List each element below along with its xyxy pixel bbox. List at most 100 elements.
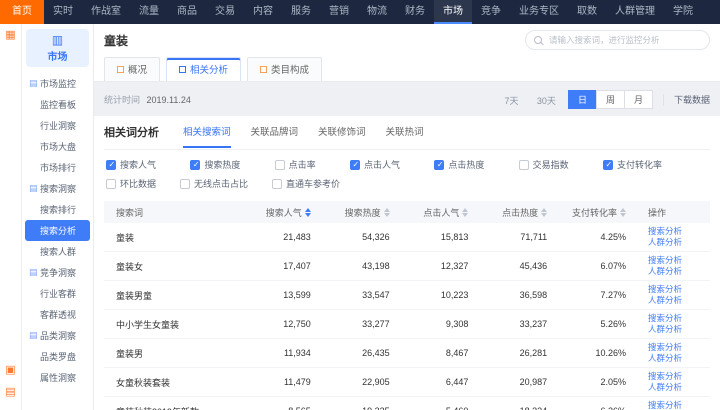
topnav-item[interactable]: 物流: [358, 0, 396, 24]
sidebar-item[interactable]: 行业洞察: [22, 115, 93, 136]
cell-search-word[interactable]: 童装: [104, 231, 254, 244]
metric-option[interactable]: 搜索人气: [106, 158, 156, 171]
topnav-item[interactable]: 交易: [206, 0, 244, 24]
search-analysis-link[interactable]: 搜索分析: [648, 371, 710, 382]
search-analysis-link[interactable]: 搜索分析: [648, 342, 710, 353]
checkbox-icon[interactable]: [603, 160, 613, 170]
topnav-item[interactable]: 作战室: [82, 0, 130, 24]
sidebar-item[interactable]: 市场排行: [22, 157, 93, 178]
crowd-analysis-link[interactable]: 人群分析: [648, 266, 710, 277]
sidebar-item[interactable]: ▤ 搜索洞察: [22, 178, 93, 199]
range-button[interactable]: 7天: [497, 96, 525, 106]
cell-search-word[interactable]: 中小学生女童装: [104, 318, 254, 331]
range-button[interactable]: 30天: [530, 96, 563, 106]
crowd-analysis-link[interactable]: 人群分析: [648, 353, 710, 364]
rail-home-icon[interactable]: ▦: [5, 30, 15, 41]
table-column-header[interactable]: 操作: [648, 206, 710, 219]
sort-icon[interactable]: [305, 208, 311, 217]
search-analysis-link[interactable]: 搜索分析: [648, 255, 710, 266]
topnav-item[interactable]: 内容: [244, 0, 282, 24]
table-column-header[interactable]: 搜索词: [104, 206, 254, 219]
extra-option[interactable]: 直通车参考价: [272, 177, 340, 190]
checkbox-icon[interactable]: [106, 179, 116, 189]
metric-option[interactable]: 点击率: [275, 158, 316, 171]
cell-search-word[interactable]: 童装秋装2019年新款: [104, 405, 254, 410]
page-tab[interactable]: 相关分析: [166, 57, 241, 81]
granularity-button[interactable]: 月: [624, 90, 653, 109]
sidebar-item[interactable]: 搜索分析: [25, 220, 90, 241]
sort-icon[interactable]: [462, 208, 468, 217]
sidebar-item[interactable]: ▤ 品类洞察: [22, 325, 93, 346]
topnav-item[interactable]: 商品: [168, 0, 206, 24]
sidebar-item[interactable]: 搜索人群: [22, 241, 93, 262]
sort-icon[interactable]: [384, 208, 390, 217]
download-data-button[interactable]: 下载数据: [674, 93, 710, 106]
topnav-item[interactable]: 营销: [320, 0, 358, 24]
metric-option[interactable]: 点击热度: [434, 158, 484, 171]
cell-search-word[interactable]: 童装男童: [104, 289, 254, 302]
table-column-header[interactable]: 搜索人气: [254, 206, 333, 219]
keyword-search-box[interactable]: [525, 30, 710, 50]
page-tab[interactable]: 概况: [104, 57, 160, 81]
checkbox-icon[interactable]: [519, 160, 529, 170]
word-type-tab[interactable]: 关联热词: [386, 124, 424, 147]
topnav-item[interactable]: 竞争: [472, 0, 510, 24]
topnav-item[interactable]: 市场: [434, 0, 472, 24]
topnav-item[interactable]: 首页: [0, 0, 44, 24]
helper-icon-1[interactable]: ▣: [5, 365, 15, 376]
topnav-item[interactable]: 实时: [44, 0, 82, 24]
word-type-tab[interactable]: 关联品牌词: [251, 124, 299, 147]
checkbox-icon[interactable]: [180, 179, 190, 189]
checkbox-icon[interactable]: [350, 160, 360, 170]
checkbox-icon[interactable]: [106, 160, 116, 170]
table-column-header[interactable]: 搜索热度: [333, 206, 412, 219]
checkbox-icon[interactable]: [190, 160, 200, 170]
checkbox-icon[interactable]: [275, 160, 285, 170]
table-column-header[interactable]: 点击人气: [412, 206, 491, 219]
cell-search-word[interactable]: 女童秋装套装: [104, 376, 254, 389]
metric-option[interactable]: 点击人气: [350, 158, 400, 171]
search-input[interactable]: [549, 35, 701, 45]
search-analysis-link[interactable]: 搜索分析: [648, 400, 710, 410]
topnav-item[interactable]: 流量: [130, 0, 168, 24]
crowd-analysis-link[interactable]: 人群分析: [648, 382, 710, 393]
metric-option[interactable]: 交易指数: [519, 158, 569, 171]
topnav-item[interactable]: 人群管理: [606, 0, 664, 24]
sidebar-item[interactable]: 属性洞察: [22, 367, 93, 388]
sidebar-item[interactable]: ▤ 市场监控: [22, 73, 93, 94]
page-tab[interactable]: 类目构成: [247, 57, 322, 81]
helper-icon-2[interactable]: ▤: [5, 387, 15, 398]
cell-search-word[interactable]: 童装男: [104, 347, 254, 360]
crowd-analysis-link[interactable]: 人群分析: [648, 237, 710, 248]
sort-icon[interactable]: [541, 208, 547, 217]
table-column-header[interactable]: 点击热度: [490, 206, 569, 219]
topnav-item[interactable]: 服务: [282, 0, 320, 24]
word-type-tab[interactable]: 关联修饰词: [318, 124, 366, 147]
topnav-item[interactable]: 财务: [396, 0, 434, 24]
granularity-button[interactable]: 周: [596, 90, 625, 109]
word-type-tab[interactable]: 相关搜索词: [183, 124, 231, 147]
extra-option[interactable]: 环比数据: [106, 177, 156, 190]
sidebar-item[interactable]: 监控看板: [22, 94, 93, 115]
topnav-item[interactable]: 业务专区: [510, 0, 568, 24]
metric-option[interactable]: 支付转化率: [603, 158, 662, 171]
sidebar-item[interactable]: 行业客群: [22, 283, 93, 304]
table-column-header[interactable]: 支付转化率: [569, 206, 648, 219]
sidebar-item[interactable]: 搜索排行: [22, 199, 93, 220]
checkbox-icon[interactable]: [272, 179, 282, 189]
search-analysis-link[interactable]: 搜索分析: [648, 226, 710, 237]
sidebar-item[interactable]: 市场大盘: [22, 136, 93, 157]
crowd-analysis-link[interactable]: 人群分析: [648, 295, 710, 306]
topnav-item[interactable]: 学院: [664, 0, 702, 24]
extra-option[interactable]: 无线点击占比: [180, 177, 248, 190]
sidebar-item[interactable]: 品类罗盘: [22, 346, 93, 367]
cell-search-word[interactable]: 童装女: [104, 260, 254, 273]
metric-option[interactable]: 搜索热度: [190, 158, 240, 171]
crowd-analysis-link[interactable]: 人群分析: [648, 324, 710, 335]
checkbox-icon[interactable]: [434, 160, 444, 170]
sort-icon[interactable]: [620, 208, 626, 217]
search-analysis-link[interactable]: 搜索分析: [648, 313, 710, 324]
granularity-button[interactable]: 日: [568, 90, 597, 109]
sidebar-item[interactable]: ▤ 竞争洞察: [22, 262, 93, 283]
sidebar-module-market[interactable]: ▥ 市场: [26, 29, 89, 67]
